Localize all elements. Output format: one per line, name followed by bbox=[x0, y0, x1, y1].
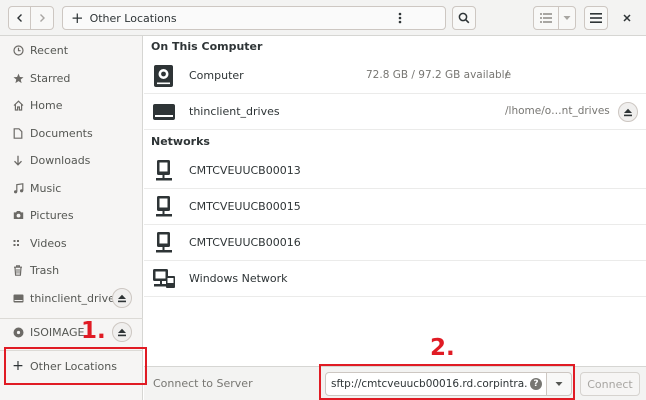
location-path-bar[interactable]: + Other Locations bbox=[62, 6, 446, 30]
clock-icon bbox=[12, 44, 24, 56]
sidebar-item-documents[interactable]: Documents bbox=[0, 120, 143, 146]
sidebar-item-label: Music bbox=[30, 181, 62, 195]
sidebar-item-videos[interactable]: Videos bbox=[0, 230, 143, 256]
sidebar-item-label: thinclient_drives bbox=[30, 291, 121, 305]
sidebar: Recent Starred Home Documents Downloads … bbox=[0, 36, 143, 400]
main-menu-button[interactable] bbox=[584, 6, 608, 30]
sidebar-item-label: ISOIMAGE bbox=[30, 325, 85, 339]
location-row-network[interactable]: CMTCVEUUCB00016 bbox=[144, 225, 646, 261]
annotation-box-other-locations bbox=[4, 347, 147, 385]
path-menu-button[interactable] bbox=[387, 7, 413, 29]
location-path: / bbox=[505, 69, 509, 81]
camera-icon bbox=[12, 209, 24, 221]
location-name: CMTCVEUUCB00016 bbox=[189, 236, 301, 249]
hamburger-menu-icon bbox=[590, 13, 602, 23]
connect-button[interactable]: Connect bbox=[580, 372, 640, 396]
location-path: /lhome/o…nt_drives bbox=[505, 105, 610, 117]
drive-icon bbox=[12, 292, 24, 304]
annotation-step-1: 1. bbox=[81, 318, 106, 344]
hard-disk-icon bbox=[154, 65, 173, 87]
section-header-networks: Networks bbox=[151, 135, 210, 148]
sidebar-item-label: Videos bbox=[30, 236, 67, 250]
eject-icon bbox=[624, 108, 632, 116]
close-button[interactable] bbox=[619, 10, 635, 26]
eject-icon bbox=[118, 294, 126, 302]
close-icon bbox=[623, 14, 631, 22]
eject-button[interactable] bbox=[112, 288, 132, 308]
annotation-box-server-address bbox=[319, 364, 575, 400]
sidebar-item-label: Starred bbox=[30, 71, 71, 85]
section-header-on-this-computer: On This Computer bbox=[151, 40, 263, 53]
document-icon bbox=[12, 127, 24, 139]
location-name: Computer bbox=[189, 69, 244, 82]
location-row-network[interactable]: CMTCVEUUCB00013 bbox=[144, 153, 646, 189]
sidebar-item-label: Home bbox=[30, 98, 63, 112]
windows-network-icon bbox=[153, 269, 175, 288]
sidebar-item-downloads[interactable]: Downloads bbox=[0, 147, 143, 173]
eject-icon bbox=[118, 328, 126, 336]
vertical-dots-icon bbox=[398, 12, 402, 24]
view-options-button[interactable] bbox=[558, 6, 576, 30]
location-row-windows-network[interactable]: Windows Network bbox=[144, 261, 646, 297]
search-button[interactable] bbox=[452, 6, 476, 30]
chevron-right-icon bbox=[40, 14, 45, 22]
location-capacity: 72.8 GB / 97.2 GB available bbox=[366, 69, 512, 81]
location-name: thinclient_drives bbox=[189, 105, 280, 118]
drive-icon bbox=[153, 104, 175, 120]
sidebar-item-label: Recent bbox=[30, 43, 69, 57]
disc-icon bbox=[12, 326, 24, 338]
location-row-computer[interactable]: Computer 72.8 GB / 97.2 GB available / bbox=[144, 58, 646, 94]
network-computer-icon bbox=[156, 196, 172, 217]
video-icon bbox=[12, 237, 24, 249]
location-name: CMTCVEUUCB00013 bbox=[189, 164, 301, 177]
location-name: CMTCVEUUCB00015 bbox=[189, 200, 301, 213]
header-bar: + Other Locations bbox=[0, 0, 646, 36]
sidebar-item-starred[interactable]: Starred bbox=[0, 65, 143, 91]
sidebar-item-label: Downloads bbox=[30, 153, 91, 167]
trash-icon bbox=[12, 264, 24, 276]
sidebar-item-label: Trash bbox=[30, 263, 60, 277]
eject-button[interactable] bbox=[112, 322, 132, 342]
sidebar-item-pictures[interactable]: Pictures bbox=[0, 202, 143, 228]
location-label: Other Locations bbox=[89, 11, 177, 25]
annotation-step-2: 2. bbox=[430, 335, 455, 361]
eject-button[interactable] bbox=[618, 102, 638, 122]
back-button[interactable] bbox=[8, 6, 31, 30]
chevron-left-icon bbox=[16, 14, 22, 22]
sidebar-item-label: Pictures bbox=[30, 208, 74, 222]
home-icon bbox=[12, 99, 24, 111]
location-row-network[interactable]: CMTCVEUUCB00015 bbox=[144, 189, 646, 225]
network-computer-icon bbox=[156, 160, 172, 181]
sidebar-item-music[interactable]: Music bbox=[0, 175, 143, 201]
chevron-down-icon bbox=[563, 16, 571, 20]
plus-icon: + bbox=[71, 8, 84, 27]
view-toggle-button[interactable] bbox=[533, 6, 559, 30]
connect-to-server-label: Connect to Server bbox=[153, 377, 253, 390]
network-computer-icon bbox=[156, 232, 172, 253]
forward-button[interactable] bbox=[30, 6, 54, 30]
music-note-icon bbox=[12, 182, 24, 194]
sidebar-item-home[interactable]: Home bbox=[0, 92, 143, 118]
star-icon bbox=[12, 72, 24, 84]
sidebar-item-recent[interactable]: Recent bbox=[0, 37, 143, 63]
sidebar-item-trash[interactable]: Trash bbox=[0, 257, 143, 283]
main-content: On This Computer Computer 72.8 GB / 97.2… bbox=[144, 36, 646, 366]
sidebar-item-label: Documents bbox=[30, 126, 93, 140]
search-icon bbox=[458, 12, 470, 24]
location-name: Windows Network bbox=[189, 272, 288, 285]
list-view-icon bbox=[540, 13, 552, 23]
location-row-thinclient-drives[interactable]: thinclient_drives /lhome/o…nt_drives bbox=[144, 94, 646, 130]
download-arrow-icon bbox=[12, 154, 24, 166]
